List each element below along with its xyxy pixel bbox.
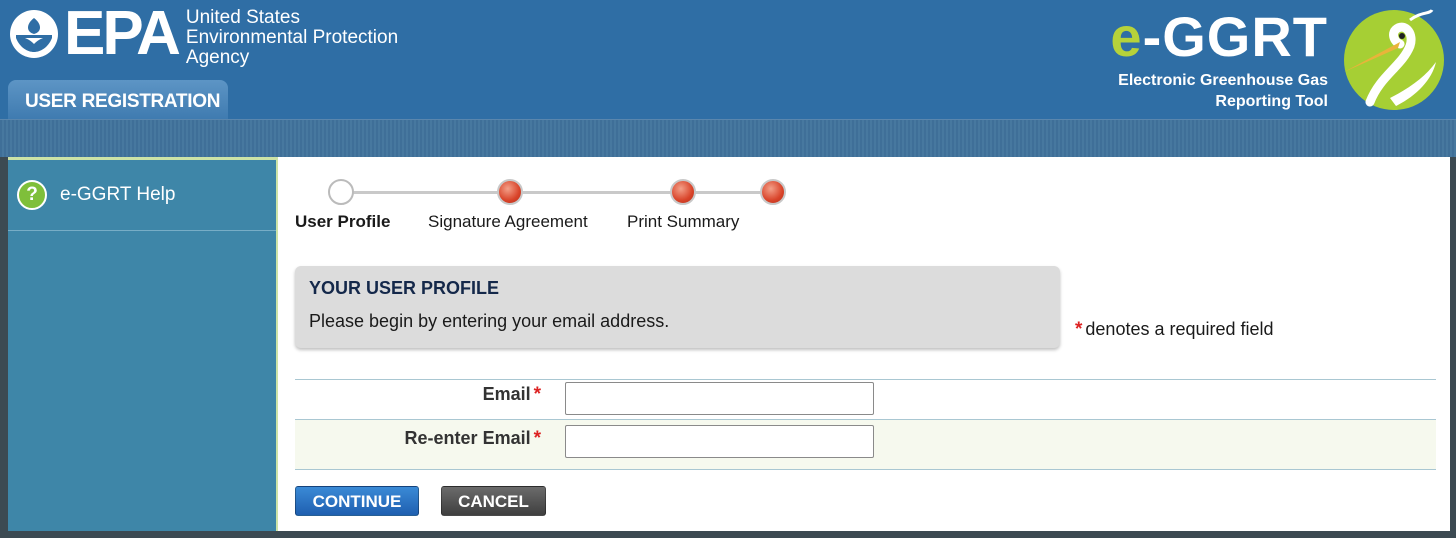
step-label-print-summary: Print Summary	[627, 212, 740, 231]
required-asterisk-icon: *	[533, 384, 541, 405]
eggrt-title-prefix: e	[1110, 5, 1143, 68]
reenter-email-label: Re-enter Email *	[405, 428, 541, 450]
agency-name: United States Environmental Protection A…	[186, 8, 398, 68]
sidebar: ? e-GGRT Help	[8, 157, 276, 531]
reenter-email-field[interactable]	[565, 425, 874, 458]
eggrt-subtitle-line-2: Reporting Tool	[1215, 93, 1328, 110]
email-row: Email *	[295, 379, 1436, 423]
step-pending-dot	[760, 179, 786, 205]
epa-wordmark: EPA	[64, 0, 181, 68]
profile-intro-box: YOUR USER PROFILE Please begin by enteri…	[295, 266, 1060, 348]
step-label-user-profile: User Profile	[295, 212, 391, 231]
eggrt-subtitle-line-1: Electronic Greenhouse Gas	[1118, 72, 1328, 89]
agency-line-1: United States	[185, 7, 300, 28]
email-field[interactable]	[565, 382, 874, 415]
help-question-icon: ?	[17, 180, 47, 210]
required-asterisk-icon: *	[533, 428, 541, 449]
tab-user-registration[interactable]: USER REGISTRATION	[8, 80, 228, 119]
reenter-email-label-text: Re-enter Email	[404, 428, 531, 448]
agency-line-2: Environmental Protection	[185, 27, 399, 48]
agency-line-3: Agency	[185, 47, 250, 68]
step-connector	[510, 191, 684, 194]
step-pending-dot	[670, 179, 696, 205]
sidebar-item-help[interactable]: ? e-GGRT Help	[8, 160, 276, 231]
step-connector	[340, 191, 512, 194]
required-field-note: * denotes a required field	[1075, 319, 1274, 341]
cancel-button[interactable]: CANCEL	[441, 486, 546, 516]
email-label-text: Email	[482, 384, 531, 404]
eggrt-title: e-GGRT	[1110, 6, 1328, 68]
progress-steps: User Profile Signature Agreement Print S…	[278, 177, 838, 237]
profile-title: YOUR USER PROFILE	[309, 278, 500, 298]
step-label-signature-agreement: Signature Agreement	[428, 212, 588, 231]
required-asterisk-icon: *	[1075, 319, 1083, 340]
epa-flower-icon	[10, 10, 58, 58]
step-pending-dot	[497, 179, 523, 205]
header-band	[0, 119, 1456, 157]
form-divider	[295, 469, 1436, 470]
header: EPA United States Environmental Protecti…	[0, 0, 1456, 119]
epa-logo[interactable]: EPA United States Environmental Protecti…	[8, 0, 398, 68]
eggrt-branding: e-GGRT Electronic Greenhouse Gas Reporti…	[1098, 4, 1448, 116]
email-label: Email *	[483, 384, 541, 406]
profile-description: Please begin by entering your email addr…	[309, 311, 670, 331]
egret-bird-icon	[1344, 9, 1444, 110]
required-note-text: denotes a required field	[1085, 319, 1274, 339]
eggrt-title-rest: -GGRT	[1142, 5, 1328, 68]
sidebar-item-label: e-GGRT Help	[60, 184, 176, 205]
step-current-dot	[328, 179, 354, 205]
main-content: User Profile Signature Agreement Print S…	[276, 157, 1450, 531]
eggrt-subtitle: Electronic Greenhouse Gas Reporting Tool	[1118, 70, 1328, 112]
continue-button[interactable]: CONTINUE	[295, 486, 419, 516]
reenter-email-row: Re-enter Email *	[295, 419, 1436, 469]
